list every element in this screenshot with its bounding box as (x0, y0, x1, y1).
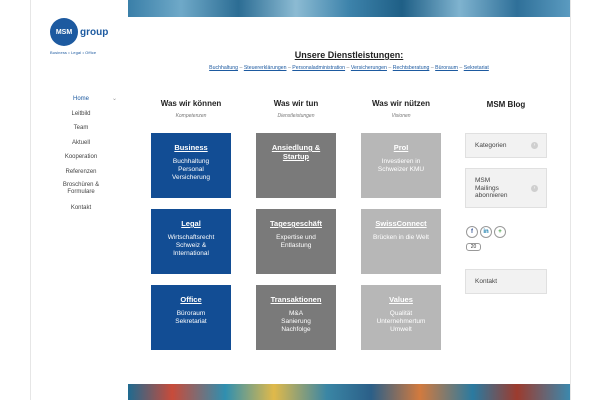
tile-text: Büroraum Sekretariat (175, 310, 207, 325)
link-separator: – (346, 65, 350, 71)
service-link-sekretariat[interactable]: Sekretariat (464, 65, 489, 71)
tile-office[interactable]: Office Büroraum Sekretariat (151, 285, 231, 350)
tile-text: Buchhaltung Personal Versicherung (172, 158, 210, 181)
facebook-icon[interactable]: f (466, 226, 478, 238)
page-frame-right (570, 0, 571, 400)
column-title: Was wir tun (273, 99, 319, 108)
nav-item-home[interactable]: Home ⌄ (42, 95, 120, 110)
tile-title: ProI (393, 143, 409, 152)
tile-title: Values (389, 295, 413, 304)
tile-legal[interactable]: Legal Wirtschaftsrecht Schweiz & Interna… (151, 209, 231, 274)
service-link-rechtsberatung[interactable]: Rechtsberatung (393, 65, 430, 71)
column-title: Was wir nützen (372, 99, 430, 108)
service-link-personaladministration[interactable]: Personaladministration (292, 65, 345, 71)
nav-item-label: Kooperation (64, 154, 98, 160)
tile-text: Expertise und Entlastung (276, 234, 316, 249)
tile-transaktionen[interactable]: Transaktionen M&A Sanierung Nachfolge (256, 285, 336, 350)
tile-title: Legal (181, 219, 201, 228)
header-banner-image (128, 0, 570, 17)
tile-text: Brücken in die Welt (373, 234, 429, 241)
tile-title: SwissConnect (375, 219, 427, 228)
column-visionen-header: Was wir nützen Visionen (361, 99, 441, 119)
tile-title: Transaktionen (270, 295, 322, 304)
tile-text: M&A Sanierung Nachfolge (281, 310, 311, 333)
subscribe-widget[interactable]: MSM Mailings abonnieren › (465, 168, 547, 208)
contact-widget[interactable]: Kontakt (465, 269, 547, 294)
tile-business[interactable]: Business Buchhaltung Personal Versicheru… (151, 133, 231, 198)
logo-word: group (80, 26, 109, 38)
nav-item-label: Leitbild (71, 110, 91, 117)
tile-title: Tagesgeschäft (270, 219, 322, 228)
service-link-bueroraum[interactable]: Büroraum (435, 65, 458, 71)
tile-ansiedlung-startup[interactable]: Ansiedlung & Startup (256, 133, 336, 198)
link-separator: – (430, 65, 434, 71)
tile-proi[interactable]: ProI Investieren in Schweizer KMU (361, 133, 441, 198)
logo[interactable]: MSM group Business • Legal • Office (50, 18, 110, 55)
nav-item-kooperation[interactable]: Kooperation (42, 153, 120, 168)
link-separator: – (287, 65, 291, 71)
tile-title: Office (180, 295, 202, 304)
nav-item-label: Aktuell (71, 139, 90, 146)
nav-item-aktuell[interactable]: Aktuell (42, 139, 120, 154)
tile-text: Investieren in Schweizer KMU (377, 158, 425, 173)
column-subtitle: Visionen (391, 113, 411, 119)
service-link-steuererklaerungen[interactable]: Steuererklärungen (244, 65, 287, 71)
tile-tagesgeschaeft[interactable]: Tagesgeschäft Expertise und Entlastung (256, 209, 336, 274)
tile-title: Ansiedlung & Startup (271, 143, 321, 161)
tile-text: Wirtschaftsrecht Schweiz & International (167, 234, 215, 257)
tile-title: Business (174, 143, 208, 152)
footer-banner-image (128, 384, 570, 400)
chevron-down-icon: ⌄ (111, 96, 117, 102)
nav-item-kontakt[interactable]: Kontakt (42, 204, 120, 219)
service-link-versicherungen[interactable]: Versicherungen (351, 65, 387, 71)
chevron-right-icon: › (531, 185, 538, 192)
share-plus-icon[interactable]: + (494, 226, 506, 238)
chevron-right-icon: › (531, 142, 538, 149)
nav-item-referenzen[interactable]: Referenzen (42, 168, 120, 183)
services-title: Unsere Dienstleistungen: (294, 50, 404, 60)
nav-item-leitbild[interactable]: Leitbild (42, 110, 120, 125)
share-count: 20 (466, 243, 481, 251)
nav-item-label: Referenzen (65, 168, 97, 175)
nav-item-label: Kontakt (70, 205, 92, 211)
column-title: Was wir können (160, 99, 222, 108)
column-subtitle: Dienstleistungen (277, 113, 315, 119)
tile-swissconnect[interactable]: SwissConnect Brücken in die Welt (361, 209, 441, 274)
logo-tagline: Business • Legal • Office (50, 50, 97, 55)
nav-item-broschueren[interactable]: Broschüren & Formulare (42, 182, 120, 204)
nav-item-label: Team (73, 125, 89, 131)
link-separator: – (388, 65, 392, 71)
nav-item-team[interactable]: Team (42, 124, 120, 139)
tile-text: Qualität Unternehmertum Umwelt (376, 310, 426, 333)
categories-widget[interactable]: Kategorien › (465, 133, 547, 158)
column-dienstleistungen-header: Was wir tun Dienstleistungen (256, 99, 336, 119)
blog-title: MSM Blog (486, 100, 526, 109)
column-kompetenzen-header: Was wir können Kompetenzen (151, 99, 231, 119)
logo-circle: MSM (50, 18, 78, 46)
tile-values[interactable]: Values Qualität Unternehmertum Umwelt (361, 285, 441, 350)
nav-item-label: Broschüren & Formulare (62, 182, 100, 195)
widget-label: Kontakt (475, 278, 498, 285)
social-share-bar: f in + (466, 226, 506, 238)
sidebar-nav: Home ⌄ Leitbild Team Aktuell Kooperation… (42, 95, 120, 219)
link-separator: – (459, 65, 463, 71)
column-subtitle: Kompetenzen (175, 113, 207, 119)
linkedin-icon[interactable]: in (480, 226, 492, 238)
service-link-buchhaltung[interactable]: Buchhaltung (209, 65, 238, 71)
nav-item-label: Home (72, 96, 89, 102)
logo-mark: MSM group (50, 18, 110, 46)
widget-label: Kategorien (475, 142, 507, 149)
services-links: Buchhaltung – Steuererklärungen – Person… (128, 65, 570, 71)
link-separator: – (239, 65, 243, 71)
page-frame-left (30, 0, 31, 400)
